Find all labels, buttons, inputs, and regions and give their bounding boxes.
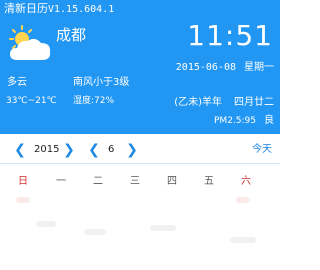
year-value[interactable]: 2015 bbox=[34, 143, 59, 157]
divider bbox=[0, 163, 280, 164]
faded-day-cell bbox=[150, 225, 176, 231]
weekday-sat: 六 bbox=[241, 176, 251, 187]
weekday-fri: 五 bbox=[204, 176, 214, 187]
weekday-mon: 一 bbox=[56, 176, 66, 187]
faded-day-cell bbox=[236, 197, 250, 203]
window-title: 清新日历V1.15.604.1 bbox=[4, 2, 114, 16]
weekday-wed: 三 bbox=[130, 176, 140, 187]
app-name: 清新日历 bbox=[4, 2, 48, 15]
month-navigator: ❮ 2015 ❯ ❮ 6 ❯ 今天 bbox=[0, 140, 280, 160]
air-quality: PM2.5:95 良 bbox=[214, 114, 274, 128]
date-line: 2015-06-08 星期一 bbox=[176, 61, 274, 75]
next-month-chevron-right-icon[interactable]: ❯ bbox=[126, 142, 138, 158]
lunar-date: (乙未)羊年 四月廿二 bbox=[174, 96, 274, 109]
prev-year-chevron-left-icon[interactable]: ❮ bbox=[14, 142, 26, 158]
weekday-thu: 四 bbox=[167, 176, 177, 187]
faded-day-cell bbox=[230, 237, 256, 243]
humidity-info: 湿度:72% bbox=[73, 96, 115, 106]
weekday-sun: 日 bbox=[18, 176, 28, 187]
calendar-grid bbox=[0, 195, 280, 270]
lunar-year: (乙未)羊年 bbox=[174, 97, 222, 108]
faded-day-cell bbox=[16, 197, 30, 203]
app-version: V1.15.604.1 bbox=[48, 4, 115, 15]
header-panel: 清新日历V1.15.604.1 成都 11:51 2015-06-08 星期一 多… bbox=[0, 0, 280, 134]
weekday-header: 日 一 二 三 四 五 六 bbox=[0, 175, 280, 189]
faded-day-cell bbox=[36, 221, 56, 227]
partly-cloudy-icon bbox=[9, 25, 51, 60]
weekday-label: 星期一 bbox=[244, 62, 274, 73]
wind-info: 南风小于3级 bbox=[73, 77, 130, 88]
prev-month-chevron-left-icon[interactable]: ❮ bbox=[88, 142, 100, 158]
lunar-day: 四月廿二 bbox=[234, 97, 274, 108]
solar-date: 2015-06-08 bbox=[175, 62, 236, 73]
today-button[interactable]: 今天 bbox=[252, 143, 272, 157]
faded-day-cell bbox=[84, 229, 106, 235]
pm25-value: PM2.5:95 bbox=[214, 116, 256, 126]
temperature-range: 33℃~21℃ bbox=[6, 96, 57, 106]
weekday-tue: 二 bbox=[93, 176, 103, 187]
next-year-chevron-right-icon[interactable]: ❯ bbox=[63, 142, 75, 158]
weather-condition: 多云 bbox=[7, 77, 27, 88]
air-quality-level: 良 bbox=[264, 115, 274, 126]
clock-time: 11:51 bbox=[187, 19, 273, 52]
month-value[interactable]: 6 bbox=[108, 143, 114, 157]
city-name: 成都 bbox=[56, 26, 87, 44]
